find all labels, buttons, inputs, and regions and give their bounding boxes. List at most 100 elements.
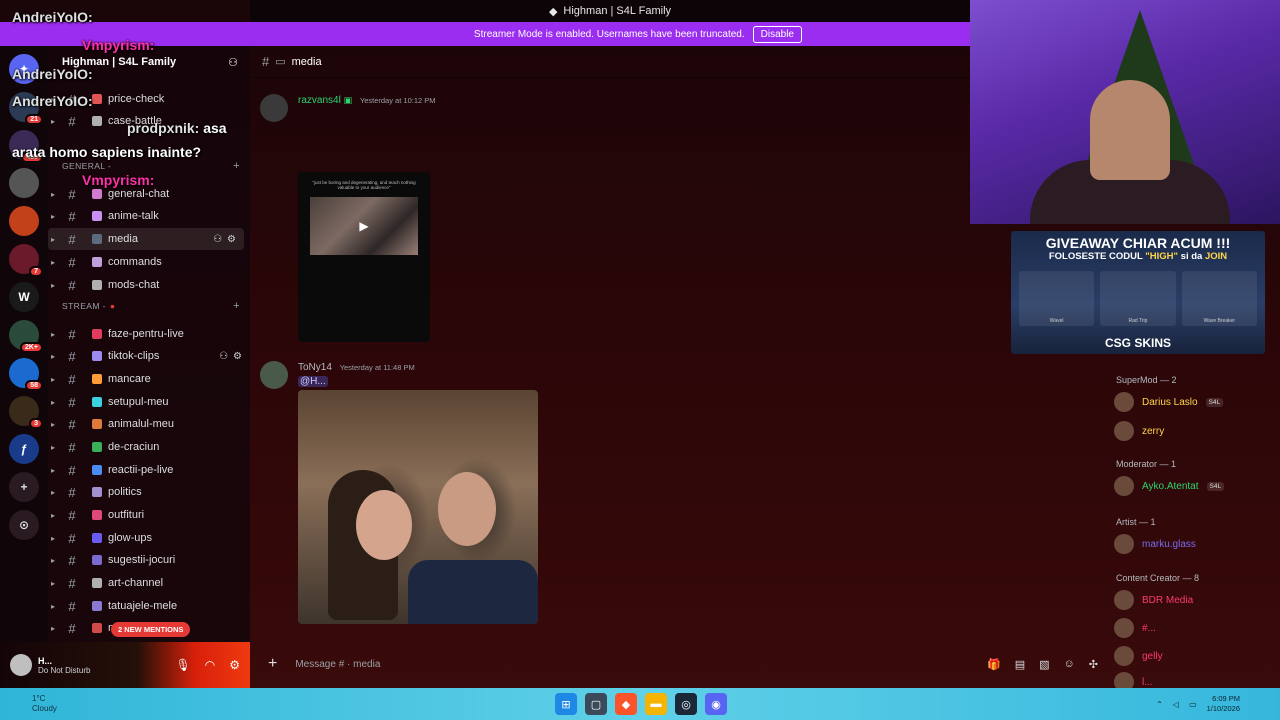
avatar[interactable] — [260, 94, 288, 122]
chevron-right-icon[interactable]: ▸ — [48, 420, 58, 429]
channel-tiktok-clips[interactable]: ▸ # tiktok-clips ⚇ ⚙ — [48, 345, 250, 367]
channel-mods-chat[interactable]: ▸ # mods-chat — [48, 274, 250, 296]
channel-anime-talk[interactable]: ▸ # anime-talk — [48, 205, 250, 227]
avatar[interactable] — [1114, 590, 1134, 610]
chevron-right-icon[interactable]: ▸ — [48, 624, 58, 633]
new-mentions-pill[interactable]: 2 NEW MENTIONS — [111, 622, 191, 637]
chevron-right-icon[interactable]: ▸ — [48, 235, 58, 244]
channel-faze-pentru-live[interactable]: ▸ # faze-pentru-live — [48, 323, 250, 345]
server-icon[interactable]: W — [9, 282, 39, 312]
play-icon[interactable]: ▶ — [359, 219, 368, 233]
server-icon[interactable]: ƒ — [9, 434, 39, 464]
chevron-right-icon[interactable]: ▸ — [48, 375, 58, 384]
microphone-icon[interactable]: 🎙 — [176, 658, 191, 672]
member-item[interactable]: Ayko.Atentat S4L — [1114, 476, 1225, 496]
chevron-right-icon[interactable]: ▸ — [48, 258, 58, 267]
channel-media[interactable]: ▸ # media ⚇ ⚙ — [48, 228, 244, 250]
folder-icon[interactable]: ▬ — [645, 693, 667, 715]
message-image[interactable] — [298, 390, 538, 624]
emoji-icon[interactable]: ☺ — [1064, 658, 1075, 671]
invite-icon[interactable]: ⚇ — [219, 351, 228, 362]
server-icon[interactable]: 3 — [9, 396, 43, 429]
sticker-icon[interactable]: ▧ — [1039, 658, 1049, 671]
clock[interactable]: 6:09 PM 1/10/2026 — [1207, 694, 1240, 714]
message-composer[interactable]: + Message # · media 🎁 ▤ ▧ ☺ ✣ — [258, 650, 1098, 678]
mention[interactable]: @H... — [298, 376, 328, 387]
channel-sugestii-jocuri[interactable]: ▸ # sugestii-jocuri — [48, 549, 250, 571]
chevron-up-icon[interactable]: ⌃ — [1156, 700, 1163, 709]
category-stream[interactable]: STREAM - ● + — [62, 300, 240, 312]
channel-setupul-meu[interactable]: ▸ # setupul-meu — [48, 391, 250, 413]
steam-icon[interactable]: ◎ — [675, 693, 697, 715]
discord-icon[interactable]: ◉ — [705, 693, 727, 715]
weather-widget[interactable]: 1°C Cloudy — [32, 694, 57, 714]
chevron-right-icon[interactable]: ▸ — [48, 443, 58, 452]
attach-plus-icon[interactable]: + — [268, 655, 277, 673]
channel-animalul-meu[interactable]: ▸ # animalul-meu — [48, 413, 250, 435]
member-item[interactable]: gelly — [1114, 646, 1163, 666]
network-icon[interactable]: ▭ — [1189, 700, 1197, 709]
server-icon[interactable]: 58 — [9, 358, 43, 391]
channel-reactii-pe-live[interactable]: ▸ # reactii-pe-live — [48, 459, 250, 481]
gift-icon[interactable]: 🎁 — [987, 658, 1001, 671]
channel-tatuajele-mele[interactable]: ▸ # tatuajele-mele — [48, 595, 250, 617]
member-item[interactable]: Darius Laslo S4L — [1114, 392, 1224, 412]
channel-outfituri[interactable]: ▸ # outfituri — [48, 504, 250, 526]
gear-icon[interactable]: ⚙ — [229, 658, 240, 672]
avatar[interactable] — [10, 654, 32, 676]
speaker-icon[interactable]: ◁ — [1173, 700, 1179, 709]
channel-de-craciun[interactable]: ▸ # de-craciun — [48, 436, 250, 458]
message-input[interactable]: Message # · media — [295, 659, 380, 670]
channel-mancare[interactable]: ▸ # mancare — [48, 368, 250, 390]
chevron-right-icon[interactable]: ▸ — [48, 511, 58, 520]
video-thumbnail[interactable]: ▶ — [310, 197, 418, 255]
task-view-icon[interactable]: ▢ — [585, 693, 607, 715]
add-channel-icon[interactable]: + — [233, 160, 240, 172]
avatar[interactable] — [1114, 534, 1134, 554]
avatar[interactable] — [1114, 476, 1134, 496]
chevron-right-icon[interactable]: ▸ — [48, 330, 58, 339]
channel-politics[interactable]: ▸ # politics — [48, 481, 250, 503]
video-embed[interactable]: "just be boring and degenerating, and te… — [298, 172, 430, 342]
chevron-right-icon[interactable]: ▸ — [48, 212, 58, 221]
chevron-right-icon[interactable]: ▸ — [48, 398, 58, 407]
chevron-right-icon[interactable]: ▸ — [48, 579, 58, 588]
chevron-right-icon[interactable]: ▸ — [48, 534, 58, 543]
chevron-right-icon[interactable]: ▸ — [48, 466, 58, 475]
avatar[interactable] — [260, 361, 288, 389]
channel-commands[interactable]: ▸ # commands — [48, 251, 250, 273]
avatar[interactable] — [1114, 421, 1134, 441]
avatar[interactable] — [1114, 618, 1134, 638]
gear-icon[interactable]: ⚙ — [233, 351, 242, 362]
discover-icon[interactable]: ⊙ — [9, 510, 39, 540]
add-member-icon[interactable]: ⚇ — [228, 56, 238, 69]
member-item[interactable]: zerry — [1114, 421, 1164, 441]
server-icon[interactable]: 2K+ — [9, 320, 43, 353]
add-channel-icon[interactable]: + — [233, 300, 240, 312]
gif-icon[interactable]: ▤ — [1015, 658, 1025, 671]
chevron-right-icon[interactable]: ▸ — [48, 488, 58, 497]
server-icon[interactable] — [9, 206, 39, 236]
chevron-right-icon[interactable]: ▸ — [48, 190, 58, 199]
brave-icon[interactable]: ◆ — [615, 693, 637, 715]
server-icon[interactable] — [9, 168, 39, 198]
chevron-right-icon[interactable]: ▸ — [48, 352, 58, 361]
gear-icon[interactable]: ⚙ — [227, 234, 236, 245]
channel-art-channel[interactable]: ▸ # art-channel — [48, 572, 250, 594]
member-item[interactable]: #... — [1114, 618, 1156, 638]
apps-icon[interactable]: ✣ — [1089, 658, 1098, 671]
chevron-right-icon[interactable]: ▸ — [48, 117, 58, 126]
add-server-icon[interactable]: + — [9, 472, 39, 502]
message-author[interactable]: razvans4l — [298, 95, 341, 106]
member-item[interactable]: BDR Media — [1114, 590, 1193, 610]
server-icon[interactable]: 7 — [9, 244, 43, 277]
member-item[interactable]: marku.glass — [1114, 534, 1196, 554]
chevron-right-icon[interactable]: ▸ — [48, 556, 58, 565]
message-author[interactable]: ToNy14 — [298, 362, 332, 373]
chevron-right-icon[interactable]: ▸ — [48, 281, 58, 290]
disable-streamer-mode-button[interactable]: Disable — [752, 25, 802, 43]
headphones-icon[interactable]: ◠ — [205, 658, 215, 672]
chevron-right-icon[interactable]: ▸ — [48, 602, 58, 611]
windows-start-icon[interactable]: ⊞ — [555, 693, 577, 715]
category-general[interactable]: GENERAL - + — [62, 160, 240, 172]
